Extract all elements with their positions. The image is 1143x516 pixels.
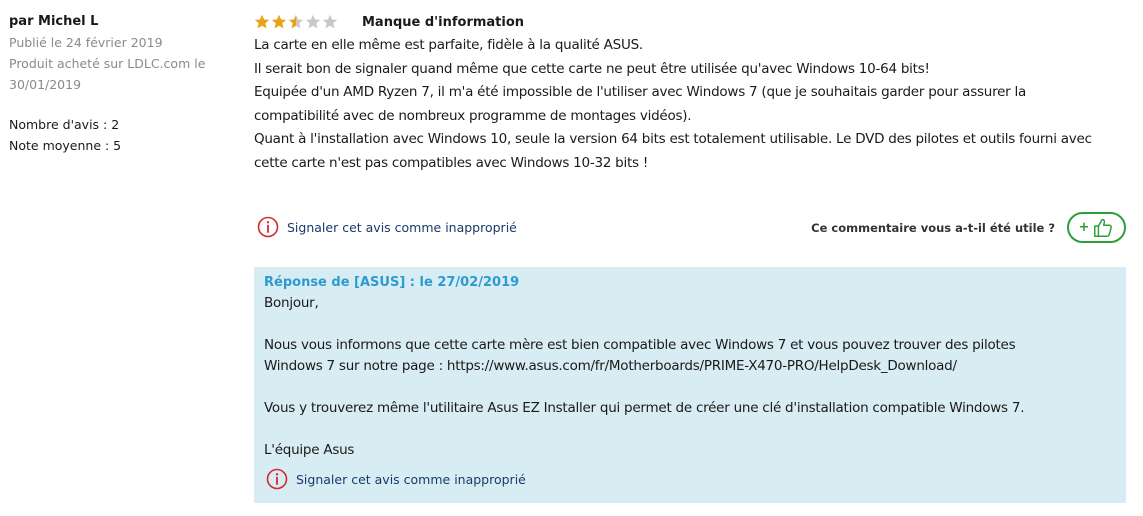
reply-line bbox=[264, 419, 1116, 440]
reply-line: Vous y trouverez même l'utilitaire Asus … bbox=[264, 400, 1025, 416]
report-review-link[interactable]: Signaler cet avis comme inapproprié bbox=[257, 216, 517, 238]
reply-line bbox=[264, 377, 1116, 398]
average-rating: Note moyenne : 5 bbox=[9, 138, 122, 153]
report-reply-link[interactable]: Signaler cet avis comme inapproprié bbox=[266, 468, 526, 490]
review-text-line: cette carte n'est pas compatibles avec W… bbox=[254, 154, 649, 171]
thumbs-up-icon bbox=[1094, 218, 1113, 237]
star-icon bbox=[322, 14, 338, 29]
reply-line: L'équipe Asus bbox=[264, 442, 355, 458]
star-icon bbox=[288, 14, 304, 29]
useful-question: Ce commentaire vous a-t-il été utile ? bbox=[811, 220, 1055, 235]
review-author-panel: par Michel L Publié le 24 février 2019 P… bbox=[9, 13, 229, 156]
reply-line: Bonjour, bbox=[264, 295, 319, 311]
reply-line bbox=[264, 314, 1116, 335]
reply-header: Réponse de [ASUS] : le 27/02/2019 bbox=[264, 275, 520, 290]
review-actions: Signaler cet avis comme inapproprié Ce c… bbox=[254, 212, 1126, 244]
useful-button[interactable]: + bbox=[1067, 212, 1126, 243]
star-icon bbox=[305, 14, 321, 29]
review-content: Manque d'information La carte en elle mê… bbox=[254, 11, 1126, 175]
star-icon bbox=[254, 14, 270, 29]
review-text-line: compatibilité avec de nombreux programme… bbox=[254, 107, 692, 124]
review-text: La carte en elle même est parfaite, fidè… bbox=[254, 34, 1126, 175]
report-review-label[interactable]: Signaler cet avis comme inapproprié bbox=[287, 220, 517, 235]
purchase-info-line-1: Produit acheté sur LDLC.com le bbox=[9, 56, 206, 71]
review-text-line: La carte en elle même est parfaite, fidè… bbox=[254, 37, 643, 53]
review-text-line: Quant à l'installation avec Windows 10, … bbox=[254, 131, 1092, 147]
brand-reply: Réponse de [ASUS] : le 27/02/2019 Bonjou… bbox=[254, 267, 1126, 503]
report-reply-label[interactable]: Signaler cet avis comme inapproprié bbox=[296, 472, 526, 487]
review-text-line: Il serait bon de signaler quand même que… bbox=[254, 60, 930, 77]
review-title: Manque d'information bbox=[362, 14, 525, 30]
useful-vote: Ce commentaire vous a-t-il été utile ? + bbox=[811, 212, 1126, 243]
author-name: par Michel L bbox=[9, 14, 99, 29]
review-text-line: Equipée d'un AMD Ryzen 7, il m'a été imp… bbox=[254, 84, 1027, 100]
star-rating bbox=[254, 14, 344, 30]
warning-circle-icon bbox=[266, 468, 288, 490]
star-icon bbox=[271, 14, 287, 29]
reply-line: Windows 7 sur notre page : https://www.a… bbox=[264, 358, 957, 374]
purchase-info-line-2: 30/01/2019 bbox=[9, 77, 82, 92]
published-date: Publié le 24 février 2019 bbox=[9, 35, 163, 50]
review-count: Nombre d'avis : 2 bbox=[9, 117, 120, 132]
plus-sign: + bbox=[1078, 220, 1090, 235]
warning-circle-icon bbox=[257, 216, 279, 238]
reply-line: Nous vous informons que cette carte mère… bbox=[264, 337, 1016, 353]
